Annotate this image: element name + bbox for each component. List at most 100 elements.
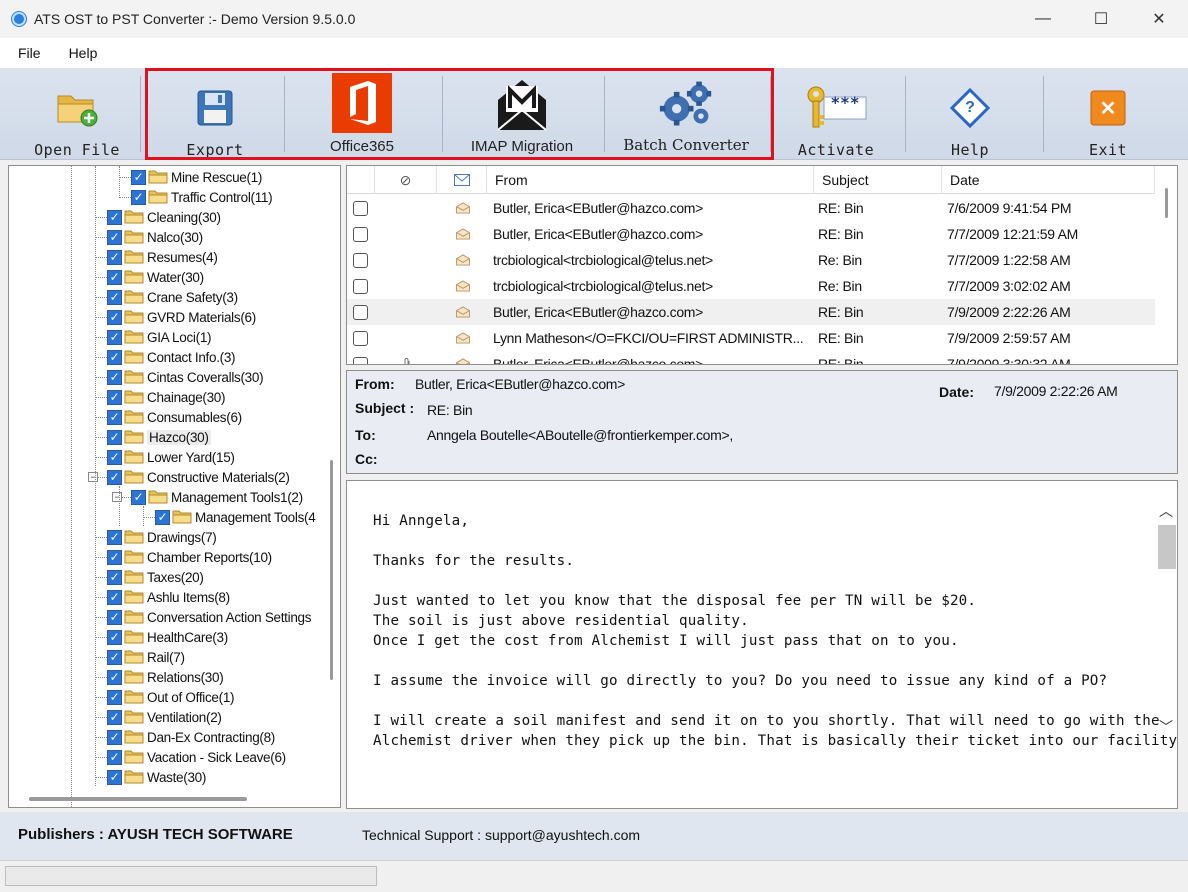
activate-button[interactable]: *** Activate: [780, 68, 892, 160]
folder-tree[interactable]: − − ✓ Mine Rescue(1) ✓ Traffic Control(11) ✓ C…: [8, 165, 341, 808]
mail-row-checkbox[interactable]: [353, 330, 368, 346]
mail-row[interactable]: Butler, Erica<EButler@hazco.com> RE: Bin 7…: [347, 351, 1155, 364]
tree-node[interactable]: ✓ Lower Yard(15): [107, 447, 235, 467]
tree-node[interactable]: ✓ HealthCare(3): [107, 627, 228, 647]
scroll-thumb[interactable]: [1158, 525, 1176, 569]
tree-checkbox[interactable]: ✓: [107, 269, 122, 285]
mail-row[interactable]: Butler, Erica<EButler@hazco.com> RE: Bin 7…: [347, 195, 1155, 221]
tree-vertical-scrollbar[interactable]: [330, 460, 333, 680]
mail-row-checkbox[interactable]: [353, 200, 368, 216]
tree-checkbox[interactable]: ✓: [107, 689, 122, 705]
tree-node[interactable]: ✓ Waste(30): [107, 767, 206, 787]
tree-checkbox[interactable]: ✓: [107, 629, 122, 645]
mail-row-checkbox[interactable]: [353, 278, 368, 294]
tree-node[interactable]: ✓ Conversation Action Settings: [107, 607, 312, 627]
tree-node[interactable]: ✓ Nalco(30): [107, 227, 203, 247]
tree-node[interactable]: ✓ Out of Office(1): [107, 687, 235, 707]
tree-node[interactable]: ✓ Drawings(7): [107, 527, 217, 547]
tree-checkbox[interactable]: ✓: [107, 369, 122, 385]
tree-checkbox[interactable]: ✓: [107, 349, 122, 365]
tree-node[interactable]: ✓ Crane Safety(3): [107, 287, 238, 307]
tree-checkbox[interactable]: ✓: [107, 209, 122, 225]
message-body-panel[interactable]: Hi Anngela, Thanks for the results. Just…: [346, 480, 1178, 809]
scroll-up-icon[interactable]: ︿: [1158, 501, 1174, 519]
tree-checkbox[interactable]: ✓: [107, 769, 122, 785]
tree-node[interactable]: ✓ Cintas Coveralls(30): [107, 367, 264, 387]
select-column-header[interactable]: [347, 166, 375, 194]
tree-node[interactable]: ✓ Vacation - Sick Leave(6): [107, 747, 286, 767]
mail-row-checkbox[interactable]: [353, 252, 368, 268]
mail-row-checkbox[interactable]: [353, 356, 368, 364]
mail-row[interactable]: Lynn Matheson</O=FKCI/OU=FIRST ADMINISTR…: [347, 325, 1155, 351]
tree-checkbox[interactable]: ✓: [107, 709, 122, 725]
tree-node[interactable]: ✓ Traffic Control(11): [131, 187, 273, 207]
tree-checkbox[interactable]: ✓: [107, 329, 122, 345]
tree-horizontal-scrollbar[interactable]: [29, 797, 247, 801]
tree-checkbox[interactable]: ✓: [107, 609, 122, 625]
tree-node[interactable]: ✓ Contact Info.(3): [107, 347, 236, 367]
attachment-column-header[interactable]: ⊘: [375, 166, 437, 194]
tree-checkbox[interactable]: ✓: [131, 189, 146, 205]
mail-row-checkbox[interactable]: [353, 304, 368, 320]
tree-checkbox[interactable]: ✓: [107, 589, 122, 605]
tree-checkbox[interactable]: ✓: [107, 729, 122, 745]
tree-node[interactable]: ✓ Resumes(4): [107, 247, 218, 267]
tree-node[interactable]: ✓ Management Tools1(2): [131, 487, 303, 507]
tree-node[interactable]: ✓ Hazco(30): [107, 427, 211, 447]
tree-node[interactable]: ✓ Constructive Materials(2): [107, 467, 290, 487]
tree-checkbox[interactable]: ✓: [107, 649, 122, 665]
mail-row[interactable]: trcbiological<trcbiological@telus.net> Re…: [347, 273, 1155, 299]
tree-expander-icon[interactable]: −: [112, 492, 122, 502]
tree-node[interactable]: ✓ Dan-Ex Contracting(8): [107, 727, 275, 747]
column-header-subject[interactable]: Subject: [814, 166, 942, 194]
tree-checkbox[interactable]: ✓: [107, 289, 122, 305]
exit-button[interactable]: ✕ Exit: [1052, 68, 1164, 160]
tree-checkbox[interactable]: ✓: [131, 169, 146, 185]
tree-checkbox[interactable]: ✓: [107, 229, 122, 245]
tree-checkbox[interactable]: ✓: [107, 389, 122, 405]
scroll-down-icon[interactable]: ﹀: [1158, 717, 1174, 735]
tree-checkbox[interactable]: ✓: [107, 469, 122, 485]
tree-checkbox[interactable]: ✓: [107, 529, 122, 545]
tree-checkbox[interactable]: ✓: [107, 749, 122, 765]
tree-checkbox[interactable]: ✓: [107, 309, 122, 325]
menu-file[interactable]: File: [8, 45, 51, 61]
tree-node[interactable]: ✓ Rail(7): [107, 647, 185, 667]
close-button[interactable]: ✕: [1130, 0, 1188, 38]
tree-checkbox[interactable]: ✓: [107, 669, 122, 685]
column-header-from[interactable]: From: [487, 166, 814, 194]
menu-help[interactable]: Help: [59, 45, 108, 61]
help-button[interactable]: ? Help: [915, 68, 1025, 160]
mail-list-scrollbar[interactable]: [1165, 188, 1168, 218]
tree-node[interactable]: ✓ GIA Loci(1): [107, 327, 212, 347]
mail-row[interactable]: Butler, Erica<EButler@hazco.com> RE: Bin 7…: [347, 299, 1155, 325]
maximize-button[interactable]: ☐: [1072, 0, 1130, 38]
tree-node[interactable]: ✓ Management Tools(4: [155, 507, 316, 527]
open-file-button[interactable]: Open File: [22, 68, 132, 160]
tree-checkbox[interactable]: ✓: [107, 409, 122, 425]
mail-row[interactable]: trcbiological<trcbiological@telus.net> Re…: [347, 247, 1155, 273]
tree-checkbox[interactable]: ✓: [131, 489, 146, 505]
tree-node[interactable]: ✓ Taxes(20): [107, 567, 204, 587]
tree-node[interactable]: ✓ Ventilation(2): [107, 707, 222, 727]
read-status-column-header[interactable]: [437, 166, 487, 194]
minimize-button[interactable]: —: [1014, 0, 1072, 38]
tree-node[interactable]: ✓ Chainage(30): [107, 387, 226, 407]
tree-node[interactable]: ✓ Consumables(6): [107, 407, 242, 427]
message-body-scrollbar[interactable]: ︿ ﹀: [1155, 495, 1177, 750]
column-header-date[interactable]: Date: [942, 166, 1155, 194]
tree-checkbox[interactable]: ✓: [107, 449, 122, 465]
tree-checkbox[interactable]: ✓: [107, 429, 122, 445]
tree-node[interactable]: ✓ Chamber Reports(10): [107, 547, 272, 567]
tree-checkbox[interactable]: ✓: [107, 549, 122, 565]
tree-expander-icon[interactable]: −: [88, 472, 98, 482]
tree-node[interactable]: ✓ GVRD Materials(6): [107, 307, 256, 327]
tree-checkbox[interactable]: ✓: [107, 569, 122, 585]
mail-row[interactable]: Butler, Erica<EButler@hazco.com> RE: Bin 7…: [347, 221, 1155, 247]
mail-row-checkbox[interactable]: [353, 226, 368, 242]
tree-node[interactable]: ✓ Cleaning(30): [107, 207, 221, 227]
tree-node[interactable]: ✓ Relations(30): [107, 667, 224, 687]
tree-node[interactable]: ✓ Ashlu Items(8): [107, 587, 230, 607]
tree-node[interactable]: ✓ Mine Rescue(1): [131, 167, 262, 187]
tree-node[interactable]: ✓ Water(30): [107, 267, 204, 287]
